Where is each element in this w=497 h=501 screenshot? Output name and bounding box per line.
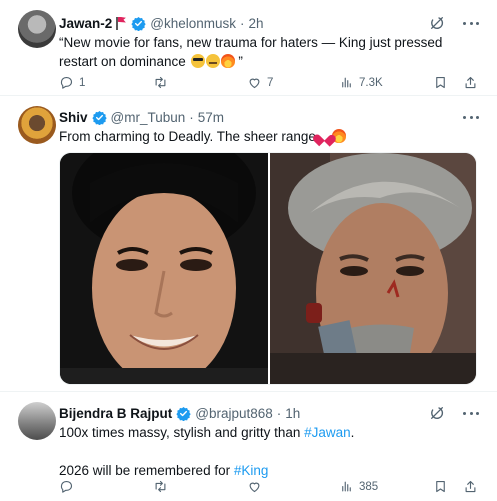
views-icon (342, 481, 351, 492)
retweet-button[interactable] (153, 75, 173, 90)
like-count: 7 (267, 76, 274, 89)
views-count: 7.3K (359, 76, 383, 89)
more-icon[interactable] (463, 15, 479, 31)
share-icon (465, 76, 476, 89)
like-button[interactable]: 7 (247, 75, 273, 90)
share-button[interactable] (463, 479, 478, 494)
views-count: 385 (359, 480, 379, 493)
saluting-face-icon (205, 54, 220, 68)
photo-portrait-smiling[interactable] (60, 153, 268, 384)
share-button[interactable] (463, 75, 478, 90)
share-icon (465, 480, 476, 493)
verified-badge-icon (131, 16, 146, 31)
like-icon (249, 482, 260, 493)
tweet-header: Shiv @mr_Tubun · 57m (59, 108, 224, 126)
separator-dot: · (240, 15, 245, 31)
like-icon (249, 78, 260, 89)
tweet-actions: 385 (59, 479, 481, 497)
tweet-card[interactable]: Shiv @mr_Tubun · 57m From charming to De… (0, 96, 497, 392)
views-icon (342, 77, 351, 88)
retweet-icon (155, 480, 166, 493)
views-button[interactable]: 385 (339, 479, 378, 494)
grok-icon[interactable] (429, 405, 445, 421)
bookmark-icon (436, 76, 445, 89)
tweet-actions: 1 7 7.3K (59, 75, 481, 93)
photo-portrait-grey-hair[interactable] (270, 153, 476, 384)
red-heart-icon (317, 130, 331, 143)
flag-icon (116, 16, 127, 30)
reply-button[interactable]: 1 (59, 75, 85, 90)
avatar[interactable] (18, 106, 56, 144)
fire-icon (220, 54, 235, 68)
grok-icon[interactable] (429, 15, 445, 31)
hashtag-link[interactable]: #Jawan (304, 425, 351, 440)
tweet-text: 100x times massy, stylish and gritty tha… (59, 425, 355, 478)
tweet-media[interactable] (59, 152, 477, 385)
views-button[interactable]: 7.3K (339, 75, 383, 90)
like-button[interactable] (247, 479, 267, 494)
author-name[interactable]: Shiv (59, 110, 88, 125)
hashtag-link[interactable]: #King (234, 463, 269, 478)
avatar[interactable] (18, 402, 56, 440)
tweet-header: Bijendra B Rajput @brajput868 · 1h (59, 404, 300, 422)
author-handle[interactable]: @khelonmusk (150, 16, 236, 31)
separator-dot: · (189, 109, 194, 125)
tweet-card[interactable]: Jawan-2 @khelonmusk · 2h “New movie for … (0, 0, 497, 96)
reply-icon (60, 480, 73, 493)
reply-icon (60, 76, 73, 89)
separator-dot: · (276, 405, 282, 421)
timestamp[interactable]: 57m (198, 110, 224, 125)
author-name[interactable]: Bijendra B Rajput (59, 406, 172, 421)
tweet-header: Jawan-2 @khelonmusk · 2h (59, 14, 264, 32)
author-handle[interactable]: @mr_Tubun (111, 110, 186, 125)
retweet-button[interactable] (153, 479, 173, 494)
avatar[interactable] (18, 10, 56, 48)
tweet-text: “New movie for fans, new trauma for hate… (59, 35, 443, 69)
verified-badge-icon (91, 110, 107, 125)
bookmark-button[interactable] (433, 75, 448, 90)
bookmark-button[interactable] (433, 479, 448, 494)
tweet-text: From charming to Deadly. The sheer range (59, 127, 481, 146)
verified-badge-icon (176, 406, 191, 421)
retweet-icon (155, 76, 166, 89)
author-handle[interactable]: @brajput868 (195, 406, 273, 421)
reply-button[interactable] (59, 479, 79, 494)
more-icon[interactable] (463, 405, 479, 421)
timestamp[interactable]: 2h (249, 16, 264, 31)
bookmark-icon (436, 480, 445, 493)
more-icon[interactable] (463, 109, 479, 125)
author-name[interactable]: Jawan-2 (59, 16, 112, 31)
timestamp[interactable]: 1h (285, 406, 300, 421)
smiling-face-with-sunglasses-icon (190, 54, 205, 68)
reply-count: 1 (79, 76, 86, 89)
tweet-card[interactable]: Bijendra B Rajput @brajput868 · 1h 100x … (0, 392, 497, 501)
